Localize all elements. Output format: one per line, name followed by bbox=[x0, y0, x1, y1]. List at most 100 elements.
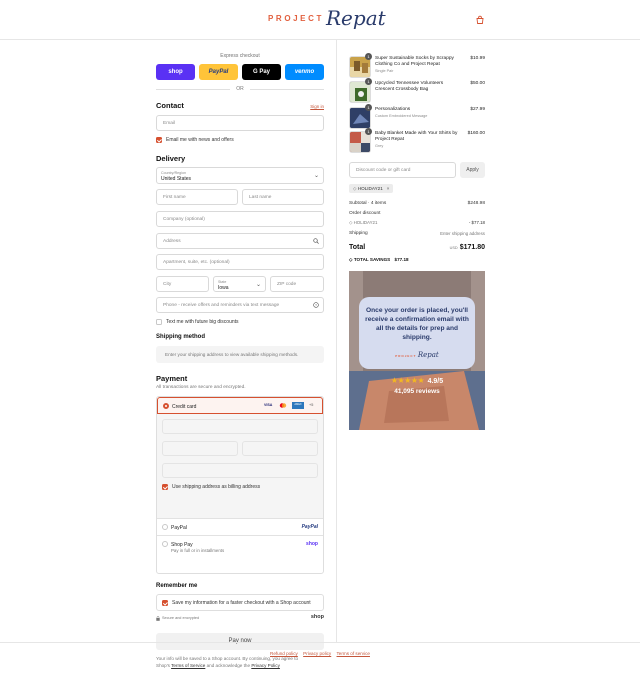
save-info-checkbox[interactable] bbox=[162, 600, 168, 606]
shop-pay-logo: shop bbox=[306, 540, 318, 547]
apartment-field[interactable]: Apartment, suite, etc. (optional) bbox=[156, 254, 324, 270]
refund-policy-link[interactable]: Refund policy bbox=[270, 651, 298, 656]
credit-card-label: Credit card bbox=[172, 403, 197, 410]
venmo-express-button[interactable]: venmo bbox=[285, 64, 324, 80]
quantity-badge: 1 bbox=[365, 53, 372, 60]
paypal-option[interactable]: PayPal PayPal bbox=[157, 518, 323, 535]
credit-card-option[interactable]: Credit card VISA AMEX +5 bbox=[157, 397, 323, 414]
privacy-policy-footer-link[interactable]: Privacy policy bbox=[303, 651, 331, 656]
item-variant: Grey bbox=[375, 144, 384, 148]
city-field[interactable]: City bbox=[156, 276, 209, 292]
name-on-card-field[interactable] bbox=[162, 463, 318, 478]
more-cards-badge: +5 bbox=[309, 403, 314, 407]
email-placeholder: Email bbox=[163, 121, 175, 126]
shipping-value: Enter shipping address bbox=[440, 231, 485, 236]
quantity-badge: 1 bbox=[365, 104, 372, 111]
remember-me-box: Save my information for a faster checkou… bbox=[156, 594, 324, 611]
save-info-label: Save my information for a faster checkou… bbox=[172, 600, 311, 606]
savings-label: TOTAL SAVINGS bbox=[353, 257, 391, 262]
cart-item: 1 Upcycled Tennessee Volunteers Crescent… bbox=[349, 78, 485, 105]
shipping-note: Enter your shipping address to view avai… bbox=[165, 352, 299, 357]
chevron-down-icon: ⌄ bbox=[255, 282, 261, 288]
state-select[interactable]: State Iowa ⌄ bbox=[213, 276, 266, 292]
subtotal-row: Subtotal · 4 items $248.98 bbox=[349, 201, 485, 206]
google-pay-express-button[interactable]: G Pay bbox=[242, 64, 281, 80]
total-row: Total USD $171.80 bbox=[349, 244, 485, 254]
first-name-field[interactable]: First name bbox=[156, 189, 238, 205]
shop-logo: shop bbox=[310, 614, 324, 620]
subtotal-value: $248.98 bbox=[467, 201, 485, 206]
shop-pay-sub: Pay in full or in installments bbox=[171, 548, 225, 553]
currency-code: USD bbox=[449, 246, 458, 250]
order-discount-row: Order discount bbox=[349, 211, 485, 216]
credit-card-radio[interactable] bbox=[163, 403, 169, 409]
country-label: Country/Region bbox=[161, 170, 186, 175]
remember-me-heading: Remember me bbox=[156, 583, 198, 589]
quantity-badge: 1 bbox=[365, 128, 372, 135]
shop-pay-radio[interactable] bbox=[162, 541, 168, 547]
footer-links: Refund policy Privacy policy Terms of se… bbox=[0, 651, 640, 656]
help-icon[interactable]: ? bbox=[313, 302, 319, 310]
item-name: Super Sustainable Socks by Scrappy Cloth… bbox=[375, 56, 454, 67]
address-field[interactable]: Address bbox=[156, 233, 324, 249]
shop-pay-option[interactable]: Shop Pay Pay in full or in installments … bbox=[157, 535, 323, 573]
promo-logo-word: PROJECT bbox=[395, 354, 417, 358]
billing-same-checkbox[interactable] bbox=[162, 484, 168, 490]
last-name-field[interactable]: Last name bbox=[242, 189, 324, 205]
close-icon[interactable]: × bbox=[387, 186, 390, 191]
item-name: Baby Blanket Made with Your Shirts by Pr… bbox=[375, 131, 458, 142]
logo-script: Repat bbox=[326, 6, 386, 30]
apply-button[interactable]: Apply bbox=[460, 162, 485, 178]
security-code-field[interactable] bbox=[242, 441, 318, 456]
star-rating-icon: ★★★★★ bbox=[390, 376, 425, 385]
item-price: $50.00 bbox=[470, 81, 485, 86]
order-discount-label: Order discount bbox=[349, 211, 381, 216]
zip-field[interactable]: ZIP code bbox=[270, 276, 324, 292]
promo-headline: Once your order is placed, you'll receiv… bbox=[365, 307, 469, 341]
amex-icon: AMEX bbox=[292, 402, 304, 409]
search-icon bbox=[313, 238, 319, 246]
applied-code: HOLIDAY21 bbox=[353, 220, 378, 225]
shop-pay-express-button[interactable]: shop bbox=[156, 64, 195, 80]
promo-logo-script: Repat bbox=[417, 351, 439, 359]
express-checkout-label: Express checkout bbox=[220, 53, 260, 59]
news-checkbox-label: Email me with news and offers bbox=[166, 137, 234, 143]
expiration-field[interactable] bbox=[162, 441, 238, 456]
apartment-placeholder: Apartment, suite, etc. (optional) bbox=[163, 260, 230, 265]
news-checkbox[interactable] bbox=[156, 137, 162, 143]
item-name: Personalizations bbox=[375, 107, 411, 112]
billing-same-label: Use shipping address as billing address bbox=[172, 484, 261, 490]
lock-icon bbox=[156, 616, 160, 621]
discount-code-placeholder: Discount code or gift card bbox=[356, 168, 411, 173]
address-placeholder: Address bbox=[163, 239, 181, 244]
or-label: OR bbox=[236, 86, 244, 92]
terms-of-service-footer-link[interactable]: Terms of service bbox=[337, 651, 370, 656]
email-field[interactable]: Email bbox=[156, 115, 324, 131]
payment-subtitle: All transactions are secure and encrypte… bbox=[156, 385, 246, 390]
item-variant: Single Pair bbox=[375, 69, 394, 73]
logo-word: PROJECT bbox=[268, 13, 324, 23]
phone-field[interactable]: Phone - receive offers and reminders via… bbox=[156, 297, 324, 313]
paypal-radio[interactable] bbox=[162, 524, 168, 530]
shopping-bag-icon[interactable] bbox=[475, 15, 485, 25]
country-select[interactable]: Country/Region United States ⌄ bbox=[156, 167, 324, 184]
phone-placeholder: Phone - receive offers and reminders via… bbox=[163, 303, 280, 308]
zip-placeholder: ZIP code bbox=[277, 282, 297, 287]
paypal-express-button[interactable]: PayPal bbox=[199, 64, 238, 80]
text-me-label: Text me with future big discounts bbox=[166, 319, 239, 325]
savings-value: $77.18 bbox=[394, 257, 409, 262]
text-me-checkbox[interactable] bbox=[156, 319, 162, 325]
shipping-row: Shipping Enter shipping address bbox=[349, 231, 485, 236]
shop-pay-label: Shop Pay bbox=[171, 541, 193, 548]
payment-heading: Payment bbox=[156, 374, 188, 383]
discount-code-field[interactable]: Discount code or gift card bbox=[349, 162, 456, 178]
reviews-count: 41,095 reviews bbox=[394, 388, 440, 395]
brand-logo[interactable]: PROJECT Repat bbox=[268, 8, 386, 28]
paypal-logo: PayPal bbox=[301, 523, 318, 530]
card-form: Use shipping address as billing address bbox=[157, 414, 323, 518]
svg-text:?: ? bbox=[315, 303, 317, 307]
company-field[interactable]: Company (optional) bbox=[156, 211, 324, 227]
column-divider bbox=[336, 40, 337, 642]
card-number-field[interactable] bbox=[162, 419, 318, 434]
sign-in-link[interactable]: Sign in bbox=[310, 104, 324, 109]
